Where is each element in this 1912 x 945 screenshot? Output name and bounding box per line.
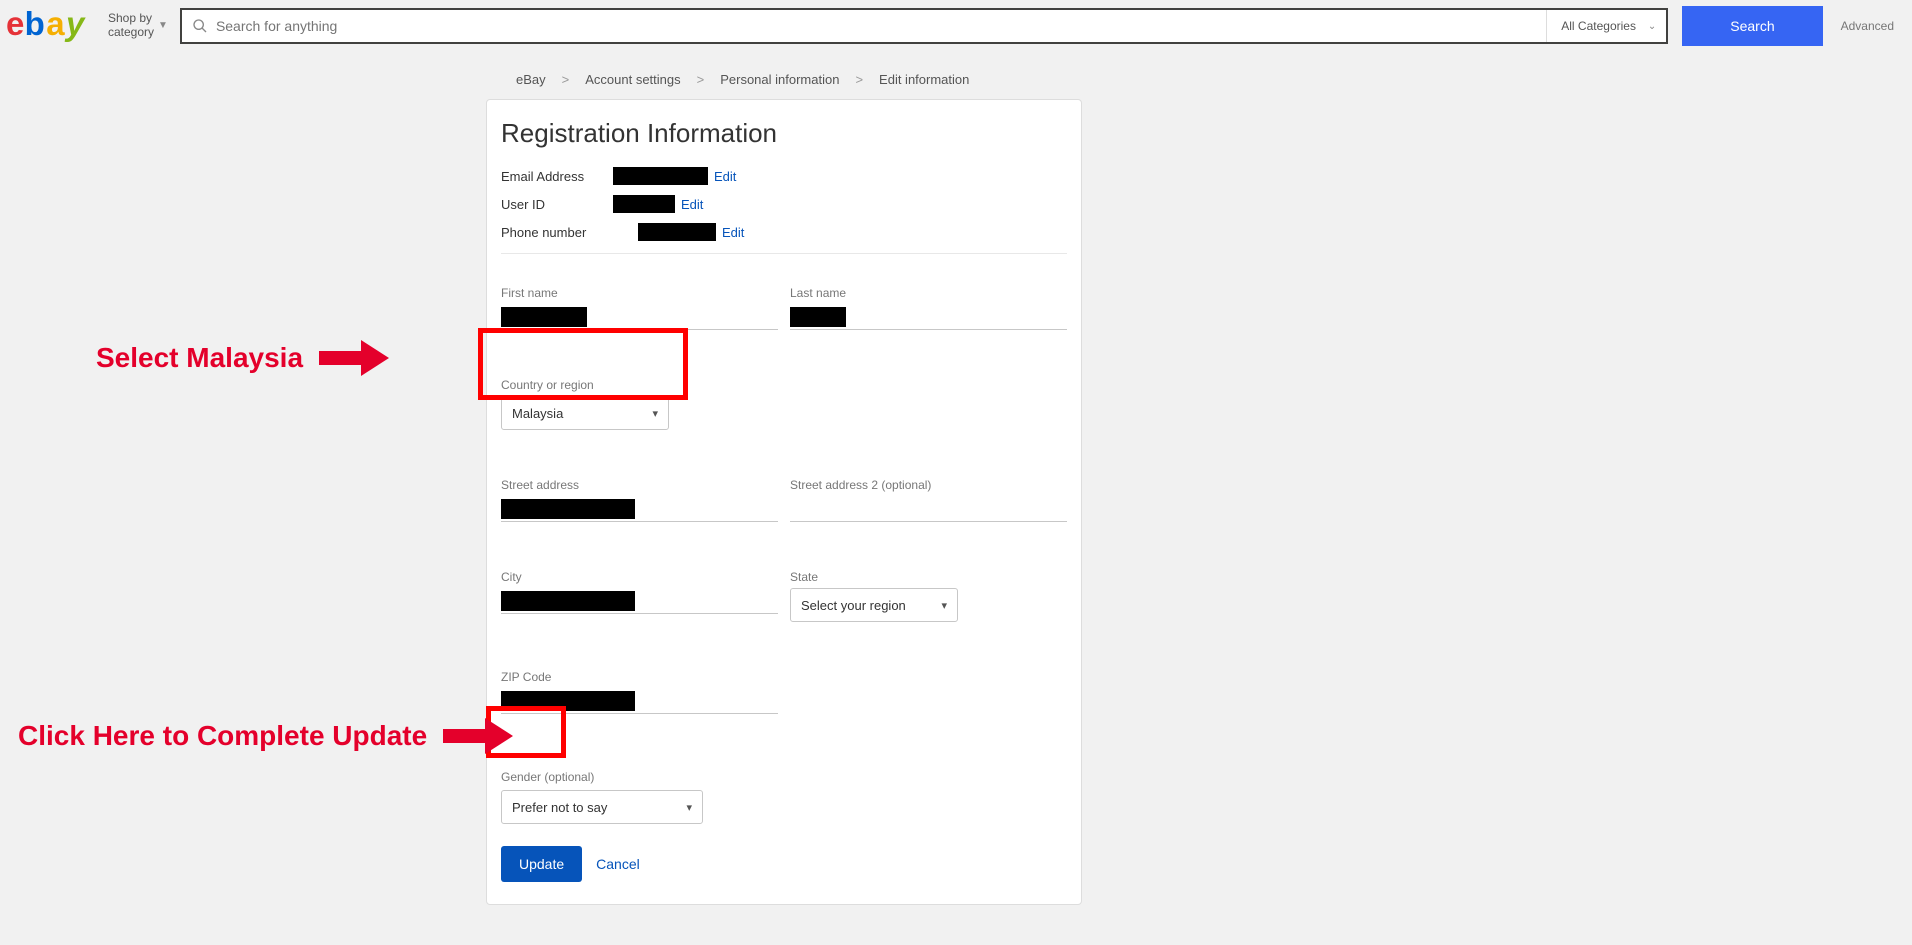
first-name-field[interactable]: First name bbox=[501, 286, 778, 330]
state-select-value: Select your region bbox=[801, 598, 906, 613]
search-input[interactable] bbox=[216, 10, 1536, 42]
crumb-ebay[interactable]: eBay bbox=[516, 72, 546, 87]
country-field: Country or region Malaysia ▾ bbox=[501, 378, 778, 430]
search-button[interactable]: Search bbox=[1682, 6, 1822, 46]
last-name-field[interactable]: Last name bbox=[790, 286, 1067, 330]
update-button[interactable]: Update bbox=[501, 846, 582, 882]
gender-field: Gender (optional) Prefer not to say ▾ bbox=[501, 770, 1067, 824]
redacted-value bbox=[613, 195, 675, 213]
redacted-value bbox=[790, 307, 846, 327]
breadcrumb-sep: > bbox=[562, 72, 570, 87]
top-header: e b a y Shop by category ▼ All Categorie… bbox=[0, 0, 1912, 48]
state-label: State bbox=[790, 570, 1067, 584]
crumb-edit[interactable]: Edit information bbox=[879, 72, 969, 87]
zip-field[interactable]: ZIP Code bbox=[501, 670, 778, 714]
svg-text:b: b bbox=[25, 8, 45, 42]
chevron-down-icon: ▼ bbox=[158, 20, 168, 32]
last-name-label: Last name bbox=[790, 286, 1067, 300]
search-icon bbox=[192, 18, 208, 34]
breadcrumb-sep: > bbox=[697, 72, 705, 87]
svg-text:e: e bbox=[6, 8, 24, 42]
gender-select[interactable]: Prefer not to say ▾ bbox=[501, 790, 703, 824]
phone-label: Phone number bbox=[501, 225, 613, 240]
country-select[interactable]: Malaysia ▾ bbox=[501, 396, 669, 430]
gender-select-value: Prefer not to say bbox=[512, 800, 607, 815]
zip-label: ZIP Code bbox=[501, 670, 778, 684]
city-label: City bbox=[501, 570, 778, 584]
userid-label: User ID bbox=[501, 197, 613, 212]
street-label: Street address bbox=[501, 478, 778, 492]
advanced-link[interactable]: Advanced bbox=[1831, 19, 1904, 33]
edit-email-link[interactable]: Edit bbox=[714, 169, 736, 184]
annotation-text: Click Here to Complete Update bbox=[18, 720, 427, 752]
divider bbox=[501, 253, 1067, 254]
svg-text:a: a bbox=[46, 8, 65, 42]
userid-row: User ID Edit bbox=[501, 195, 1067, 213]
chevron-down-icon: ▾ bbox=[652, 407, 658, 420]
category-select[interactable]: All Categories ⌄ bbox=[1546, 10, 1666, 42]
redacted-value bbox=[501, 691, 635, 711]
registration-card: Registration Information Email Address E… bbox=[486, 99, 1082, 905]
street-address2-field[interactable]: Street address 2 (optional) bbox=[790, 478, 1067, 522]
gender-label: Gender (optional) bbox=[501, 770, 1067, 784]
redacted-value bbox=[638, 223, 716, 241]
edit-phone-link[interactable]: Edit bbox=[722, 225, 744, 240]
street-address-field[interactable]: Street address bbox=[501, 478, 778, 522]
email-row: Email Address Edit bbox=[501, 167, 1067, 185]
annotation-text: Select Malaysia bbox=[96, 342, 303, 374]
redacted-value bbox=[501, 591, 635, 611]
state-field: State Select your region ▾ bbox=[790, 570, 1067, 622]
annotation-select-malaysia: Select Malaysia bbox=[96, 340, 389, 376]
chevron-down-icon: ▾ bbox=[941, 599, 947, 612]
chevron-down-icon: ▾ bbox=[686, 801, 692, 814]
search-bar: All Categories ⌄ bbox=[180, 8, 1668, 44]
redacted-value bbox=[613, 167, 708, 185]
svg-text:y: y bbox=[64, 8, 86, 42]
street2-label: Street address 2 (optional) bbox=[790, 478, 1067, 492]
edit-userid-link[interactable]: Edit bbox=[681, 197, 703, 212]
category-select-label: All Categories bbox=[1561, 19, 1636, 33]
country-label: Country or region bbox=[501, 378, 778, 392]
arrow-right-icon bbox=[319, 340, 389, 376]
annotation-complete-update: Click Here to Complete Update bbox=[18, 718, 513, 754]
phone-row: Phone number Edit bbox=[501, 223, 1067, 241]
ebay-logo[interactable]: e b a y bbox=[6, 8, 96, 44]
first-name-label: First name bbox=[501, 286, 778, 300]
email-label: Email Address bbox=[501, 169, 613, 184]
crumb-personal[interactable]: Personal information bbox=[720, 72, 839, 87]
redacted-value bbox=[501, 499, 635, 519]
shop-by-line2: category bbox=[108, 26, 154, 40]
page-title: Registration Information bbox=[501, 118, 1067, 149]
breadcrumb: eBay > Account settings > Personal infor… bbox=[0, 72, 1912, 87]
shop-by-category[interactable]: Shop by category ▼ bbox=[104, 12, 172, 40]
redacted-value bbox=[501, 307, 587, 327]
country-select-value: Malaysia bbox=[512, 406, 563, 421]
shop-by-line1: Shop by bbox=[108, 12, 154, 26]
state-select[interactable]: Select your region ▾ bbox=[790, 588, 958, 622]
city-field[interactable]: City bbox=[501, 570, 778, 622]
crumb-account[interactable]: Account settings bbox=[585, 72, 680, 87]
chevron-down-icon: ⌄ bbox=[1648, 21, 1656, 32]
cancel-link[interactable]: Cancel bbox=[596, 856, 640, 872]
breadcrumb-sep: > bbox=[855, 72, 863, 87]
